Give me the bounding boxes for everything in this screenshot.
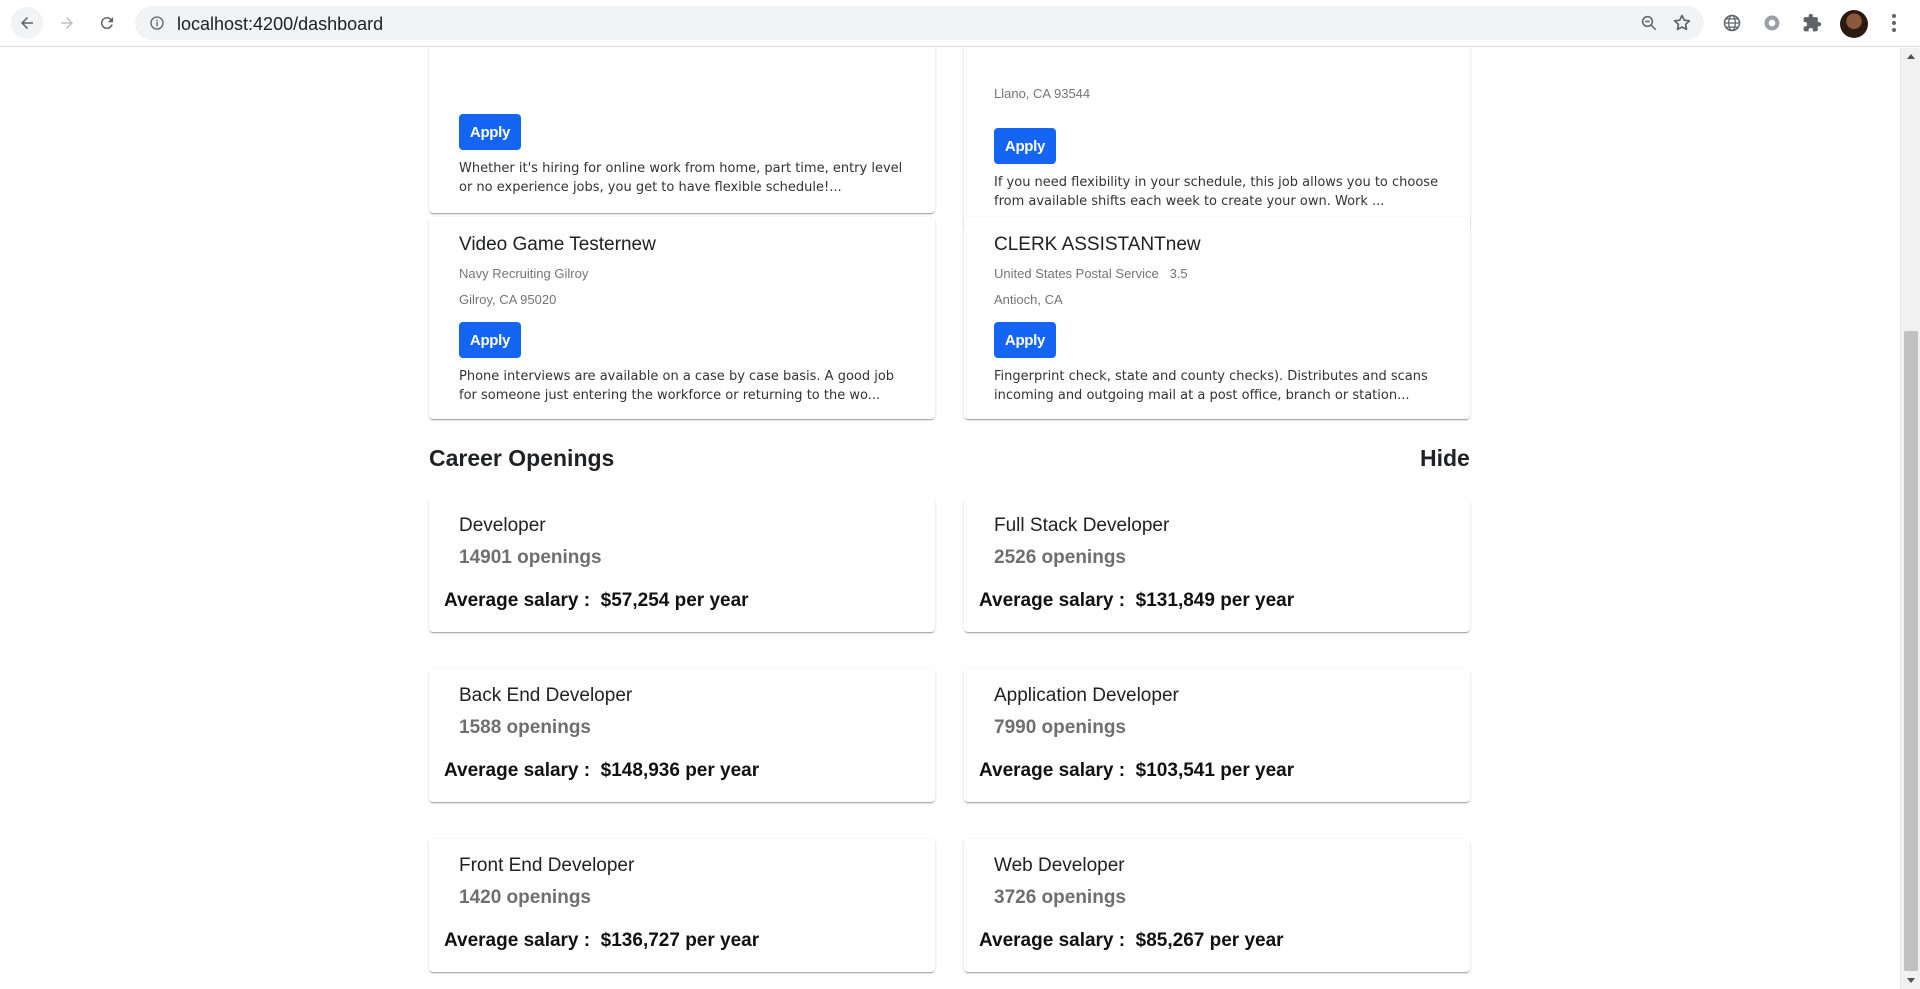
- career-role: Application Developer: [994, 685, 1179, 706]
- career-openings-count: 2526 openings: [994, 547, 1126, 568]
- salary-label: Average salary :: [979, 760, 1136, 781]
- career-openings-count: 14901 openings: [459, 547, 602, 568]
- career-salary: Average salary : $103,541 per year: [979, 760, 1294, 782]
- career-salary: Average salary : $57,254 per year: [444, 590, 749, 612]
- career-openings-count: 1588 openings: [459, 717, 591, 738]
- career-card[interactable]: Back End Developer 1588 openings Average…: [429, 669, 935, 802]
- reload-icon: [100, 17, 113, 30]
- globe-extension-icon[interactable]: [1720, 11, 1744, 35]
- apply-button[interactable]: Apply: [459, 322, 521, 358]
- salary-value: $57,254 per year: [600, 590, 749, 611]
- career-role: Front End Developer: [459, 855, 635, 876]
- salary-label: Average salary :: [444, 930, 601, 951]
- salary-value: $103,541 per year: [1135, 760, 1295, 781]
- salary-label: Average salary :: [444, 760, 601, 781]
- job-location: Gilroy, CA 95020: [459, 292, 557, 307]
- job-title[interactable]: CLERK ASSISTANTnew: [994, 234, 1201, 256]
- job-location: Llano, CA 93544: [994, 86, 1091, 101]
- job-rating: 3.5: [1169, 266, 1188, 281]
- job-description: Whether it's hiring for online work from…: [459, 161, 903, 195]
- scrollbar-thumb[interactable]: [1904, 331, 1918, 971]
- career-salary: Average salary : $136,727 per year: [444, 930, 759, 952]
- job-card: CLERK ASSISTANTnew United States Postal …: [964, 217, 1470, 419]
- career-role: Web Developer: [994, 855, 1125, 876]
- bookmark-star-icon[interactable]: [1672, 13, 1692, 33]
- forward-button[interactable]: [51, 7, 83, 39]
- arrow-right-icon: [61, 17, 73, 29]
- arrow-left-icon: [21, 17, 33, 29]
- career-openings-count: 3726 openings: [994, 887, 1126, 908]
- job-description: Fingerprint check, state and county chec…: [994, 369, 1428, 403]
- back-button[interactable]: [11, 7, 43, 39]
- zoom-out-icon[interactable]: [1640, 14, 1658, 32]
- apply-button[interactable]: Apply: [994, 322, 1056, 358]
- hide-button[interactable]: Hide: [1420, 445, 1470, 472]
- puzzle-extensions-icon[interactable]: [1800, 11, 1824, 35]
- salary-label: Average salary :: [979, 930, 1136, 951]
- career-openings-count: 1420 openings: [459, 887, 591, 908]
- career-salary: Average salary : $85,267 per year: [979, 930, 1284, 952]
- info-icon[interactable]: [149, 15, 165, 31]
- career-card[interactable]: Web Developer 3726 openings Average sala…: [964, 839, 1470, 972]
- salary-value: $148,936 per year: [600, 760, 760, 781]
- career-role: Full Stack Developer: [994, 515, 1170, 536]
- profile-avatar[interactable]: [1840, 10, 1868, 38]
- scroll-up-arrow-icon[interactable]: [1907, 54, 1915, 59]
- salary-value: $136,727 per year: [600, 930, 760, 951]
- job-company-rating: United States Postal Service 3.5: [994, 266, 1188, 281]
- career-role: Back End Developer: [459, 685, 633, 706]
- job-description: Phone interviews are available on a case…: [459, 369, 895, 403]
- career-role: Developer: [459, 515, 546, 536]
- salary-label: Average salary :: [444, 590, 601, 611]
- address-bar[interactable]: localhost:4200/dashboard: [135, 6, 1704, 40]
- dashboard-content: Apply Whether it's hiring for online wor…: [0, 48, 1900, 989]
- career-salary: Average salary : $148,936 per year: [444, 760, 759, 782]
- scroll-down-arrow-icon[interactable]: [1907, 978, 1915, 983]
- job-company: United States Postal Service: [994, 266, 1159, 281]
- job-title[interactable]: Video Game Testernew: [459, 234, 656, 256]
- salary-value: $85,267 per year: [1135, 930, 1284, 951]
- salary-value: $131,849 per year: [1135, 590, 1295, 611]
- career-openings-heading: Career Openings: [429, 445, 615, 471]
- career-openings-count: 7990 openings: [994, 717, 1126, 738]
- browser-toolbar: localhost:4200/dashboard: [0, 0, 1920, 47]
- apply-button[interactable]: Apply: [459, 114, 521, 150]
- apply-button[interactable]: Apply: [994, 128, 1056, 164]
- job-description: If you need flexibility in your schedule…: [994, 175, 1439, 209]
- salary-label: Average salary :: [979, 590, 1136, 611]
- career-card[interactable]: Front End Developer 1420 openings Averag…: [429, 839, 935, 972]
- job-location: Antioch, CA: [994, 292, 1063, 307]
- page-scrollbar[interactable]: [1900, 48, 1920, 989]
- career-card[interactable]: Developer 14901 openings Average salary …: [429, 499, 935, 632]
- job-card: Video Game Testernew Navy Recruiting Gil…: [429, 217, 935, 419]
- extension-badge-icon[interactable]: [1760, 11, 1784, 35]
- job-card: Llano, CA 93544 Apply If you need flexib…: [964, 48, 1470, 227]
- url-text[interactable]: localhost:4200/dashboard: [177, 14, 383, 35]
- job-company: Navy Recruiting Gilroy: [459, 266, 589, 281]
- job-card: Apply Whether it's hiring for online wor…: [429, 48, 935, 213]
- reload-button[interactable]: [91, 7, 123, 39]
- career-salary: Average salary : $131,849 per year: [979, 590, 1294, 612]
- career-card[interactable]: Application Developer 7990 openings Aver…: [964, 669, 1470, 802]
- career-card[interactable]: Full Stack Developer 2526 openings Avera…: [964, 499, 1470, 632]
- menu-kebab-icon[interactable]: [1882, 11, 1906, 35]
